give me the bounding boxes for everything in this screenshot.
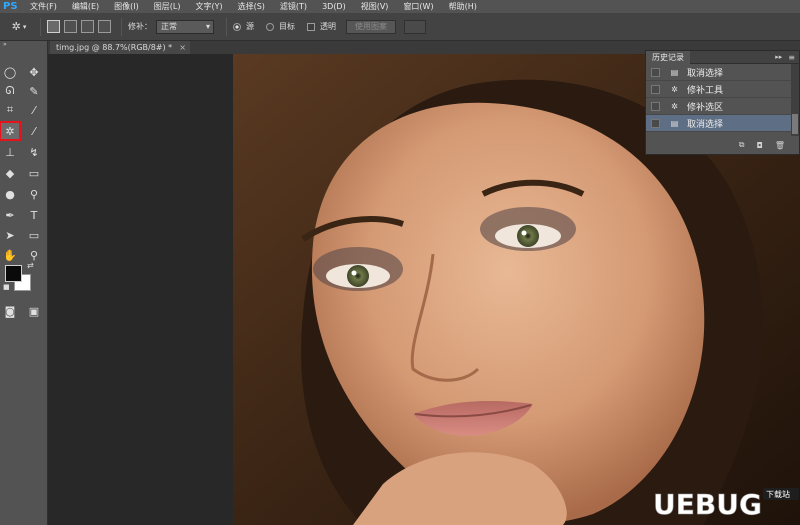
collapse-icon[interactable]: ▸▸ bbox=[775, 53, 782, 61]
foreground-color-swatch[interactable] bbox=[5, 265, 22, 282]
menu-view[interactable]: 视图(V) bbox=[361, 0, 389, 13]
menu-image[interactable]: 图像(I) bbox=[114, 0, 139, 13]
document-icon: ▤ bbox=[670, 67, 679, 77]
history-item[interactable]: ✲ 修补工具 bbox=[646, 81, 799, 98]
stamp-tool-icon[interactable]: ⊥ bbox=[1, 144, 19, 160]
history-panel-footer: ⧉ ◘ 🗑 bbox=[646, 136, 799, 154]
history-item-selected[interactable]: ▤ 取消选择 bbox=[646, 115, 799, 132]
marquee-tool-icon[interactable]: ◯ bbox=[1, 64, 19, 80]
patch-tool-icon: ✲ bbox=[11, 20, 21, 33]
menu-window[interactable]: 窗口(W) bbox=[403, 0, 433, 13]
trash-icon[interactable]: 🗑 bbox=[775, 141, 785, 150]
tool-preset-picker[interactable]: ✲ ▾ bbox=[4, 17, 34, 37]
use-pattern-button[interactable]: 使用图案 bbox=[346, 19, 396, 34]
quick-mask-icon[interactable]: ◙ bbox=[1, 303, 19, 319]
history-item-label: 修补工具 bbox=[687, 85, 724, 96]
quick-selection-tool-icon[interactable]: ✎ bbox=[25, 83, 43, 99]
left-iris bbox=[347, 265, 369, 287]
screen-mode-icon[interactable]: ▣ bbox=[25, 303, 43, 319]
history-brush-tool-icon[interactable]: ↯ bbox=[25, 144, 43, 160]
menu-3d[interactable]: 3D(D) bbox=[322, 0, 346, 13]
divider bbox=[121, 17, 122, 36]
gradient-tool-icon[interactable]: ▭ bbox=[25, 165, 43, 181]
svg-text:UEBUG: UEBUG bbox=[653, 488, 762, 521]
eyedropper-tool-icon[interactable]: ⁄ bbox=[25, 102, 43, 118]
camera-icon[interactable]: ◘ bbox=[757, 141, 763, 150]
history-panel: 历史记录 ▸▸ ≡ ▤ 取消选择 ✲ 修补工具 ✲ 修补选区 ▤ 取消选择 ⧉ … bbox=[645, 50, 800, 155]
history-source-checkbox[interactable] bbox=[651, 118, 660, 128]
history-item-label: 修补选区 bbox=[687, 102, 724, 113]
scrollbar-thumb[interactable] bbox=[792, 114, 798, 134]
pen-tool-icon[interactable]: ✒ bbox=[1, 207, 19, 223]
svg-text:下载站: 下载站 bbox=[766, 489, 790, 499]
history-panel-tab[interactable]: 历史记录 bbox=[646, 50, 690, 64]
history-item-label: 取消选择 bbox=[687, 119, 724, 130]
history-source-checkbox[interactable] bbox=[651, 67, 660, 77]
history-scrollbar[interactable] bbox=[791, 64, 799, 136]
blur-tool-icon[interactable]: ● bbox=[1, 186, 19, 202]
patch-tool-icon: ✲ bbox=[671, 84, 678, 94]
destination-radio[interactable] bbox=[266, 22, 274, 31]
swap-colors-icon[interactable]: ⇄ bbox=[27, 261, 34, 270]
crop-tool-icon[interactable]: ⌗ bbox=[1, 102, 19, 118]
default-colors-icon[interactable]: ■ bbox=[3, 283, 10, 291]
history-item[interactable]: ▤ 取消选择 bbox=[646, 64, 799, 81]
intersect-selection-button[interactable] bbox=[98, 20, 111, 33]
document-tab-label: timg.jpg @ 88.7%(RGB/8#) * bbox=[56, 43, 173, 52]
menu-layer[interactable]: 图层(L) bbox=[154, 0, 181, 13]
patch-mode-select[interactable]: 正常 bbox=[156, 19, 214, 34]
new-document-from-state-icon[interactable]: ⧉ bbox=[739, 140, 745, 150]
new-selection-button[interactable] bbox=[47, 20, 60, 33]
path-selection-tool-icon[interactable]: ➤ bbox=[1, 227, 19, 243]
history-source-checkbox[interactable] bbox=[651, 84, 660, 94]
transparent-checkbox[interactable] bbox=[307, 22, 315, 31]
toolbox: » ◯ ✥ ᘏ ✎ ⌗ ⁄ ✲ ⁄ ⊥ ↯ ◆ ▭ ● ⚲ ✒ T ➤ ▭ ✋ … bbox=[0, 41, 48, 525]
history-panel-header: 历史记录 ▸▸ ≡ bbox=[646, 50, 799, 64]
panel-menu-icon[interactable]: ≡ bbox=[788, 53, 795, 62]
menu-type[interactable]: 文字(Y) bbox=[195, 0, 222, 13]
dodge-tool-icon[interactable]: ⚲ bbox=[25, 186, 43, 202]
subtract-from-selection-button[interactable] bbox=[81, 20, 94, 33]
source-label: 源 bbox=[246, 22, 254, 31]
divider bbox=[40, 17, 41, 36]
brush-tool-icon[interactable]: ⁄ bbox=[25, 123, 43, 139]
history-source-checkbox[interactable] bbox=[651, 101, 660, 111]
menu-filter[interactable]: 滤镜(T) bbox=[280, 0, 307, 13]
menu-file[interactable]: 文件(F) bbox=[30, 0, 57, 13]
rectangle-tool-icon[interactable]: ▭ bbox=[25, 227, 43, 243]
history-item[interactable]: ✲ 修补选区 bbox=[646, 98, 799, 115]
toolbox-collapse-icon[interactable]: » bbox=[0, 41, 47, 49]
pattern-picker[interactable] bbox=[404, 19, 426, 34]
document-icon: ▤ bbox=[670, 118, 679, 128]
options-bar: ✲▾ 修补： 正常 源 目标 透明 使用图案 bbox=[0, 13, 800, 41]
chevron-down-icon: ▾ bbox=[22, 22, 27, 31]
document-tab[interactable]: timg.jpg @ 88.7%(RGB/8#) * × bbox=[50, 41, 190, 54]
app-logo: PS bbox=[3, 1, 18, 12]
history-item-label: 取消选择 bbox=[687, 68, 724, 79]
move-tool-icon[interactable]: ✥ bbox=[25, 64, 43, 80]
lasso-tool-icon[interactable]: ᘏ bbox=[1, 83, 19, 99]
divider bbox=[226, 17, 227, 36]
menu-bar: PS 文件(F) 编辑(E) 图像(I) 图层(L) 文字(Y) 选择(S) 滤… bbox=[0, 0, 800, 13]
add-to-selection-button[interactable] bbox=[64, 20, 77, 33]
close-icon[interactable]: × bbox=[179, 41, 186, 54]
transparent-label: 透明 bbox=[320, 22, 336, 31]
menu-select[interactable]: 选择(S) bbox=[238, 0, 265, 13]
eraser-tool-icon[interactable]: ◆ bbox=[1, 165, 19, 181]
photoshop-window: PS 文件(F) 编辑(E) 图像(I) 图层(L) 文字(Y) 选择(S) 滤… bbox=[0, 0, 800, 525]
patch-tool-icon[interactable]: ✲ bbox=[0, 121, 21, 141]
hand-tool-icon[interactable]: ✋ bbox=[1, 247, 19, 263]
menu-help[interactable]: 帮助(H) bbox=[449, 0, 477, 13]
uebug-watermark-logo: UEBUG 下载站 bbox=[653, 488, 799, 521]
destination-label: 目标 bbox=[279, 22, 295, 31]
source-radio[interactable] bbox=[233, 22, 241, 31]
patch-label: 修补： bbox=[128, 22, 152, 31]
right-iris bbox=[517, 225, 539, 247]
menu-edit[interactable]: 编辑(E) bbox=[72, 0, 99, 13]
type-tool-icon[interactable]: T bbox=[25, 207, 43, 223]
patch-tool-icon: ✲ bbox=[671, 101, 678, 111]
